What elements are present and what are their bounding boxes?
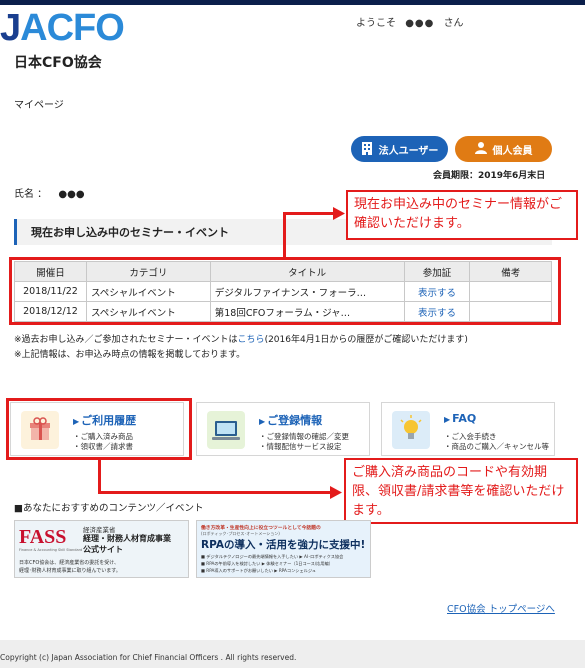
cfo-top-page-link[interactable]: CFO協会 トップページへ (447, 601, 555, 615)
past-history-note: ※過去お申し込み／ご参加されたセミナー・イベントはこちら(2016年4月1日から… (14, 332, 468, 345)
fass-official-site: 公式サイト (83, 545, 123, 554)
rpa-bullet: ■ RPA導入のサポートがお願いしたい ▶ RPAコンシェルジュ (201, 568, 316, 573)
welcome-prefix: ようこそ (356, 18, 396, 29)
table-highlight-frame (9, 257, 561, 325)
logo-subtitle: 日本CFO協会 (14, 55, 102, 71)
rpa-bullet-target: RPAコンシェルジュ (278, 568, 316, 573)
logo-letter-j: J (0, 7, 21, 49)
fass-tagline: Finance & Accounting Skill Standard (19, 548, 83, 552)
card-line: ・商品のご購入／キャンセル等 (444, 442, 549, 451)
callout-arrow-vertical (283, 212, 286, 258)
lightbulb-icon (392, 411, 430, 449)
callout-arrow-horizontal (283, 212, 335, 215)
welcome-suffix: さん (443, 18, 464, 29)
logo-letters-acfo: ACFO (20, 7, 125, 49)
rpa-headline: 働き方改革・生産性向上に役立つツールとして今話題の (201, 526, 321, 531)
faq-title-text: FAQ (452, 412, 477, 425)
top-bar (0, 0, 585, 5)
page-title: マイページ (14, 100, 64, 111)
corporate-user-button[interactable]: 法人ユーザー (351, 136, 448, 162)
past-history-link[interactable]: こちら (238, 335, 265, 345)
fass-program-title: 経理・財務人材育成事業 (83, 534, 171, 543)
recommend-heading: ■あなたにおすすめのコンテンツ／イベント (14, 503, 204, 514)
building-icon (361, 141, 373, 158)
individual-member-button[interactable]: 個人会員 (455, 136, 552, 162)
rpa-bullet-text: RPAの午前導入を検討したい (206, 561, 261, 566)
callout-arrow-head (330, 486, 342, 499)
fass-logo: FASS (19, 526, 67, 548)
registration-info-title: ▶ ご登録情報 (259, 414, 323, 427)
rpa-bullet: ■ デジタルテクノロジーの最先端情報を入手したい ▶ AI･ロボティクス協会 (201, 554, 344, 559)
registration-info-title-text: ご登録情報 (267, 414, 323, 427)
faq-card[interactable]: ▶ FAQ ・ご入会手続き ・商品のご購入／キャンセル等 (381, 402, 555, 456)
card-highlight-frame (6, 398, 192, 460)
welcome-user-name: ●●● (405, 18, 435, 29)
welcome-message: ようこそ ●●● さん (356, 14, 464, 29)
seminar-info-callout: 現在お申込み中のセミナー情報がご確認いただけます。 (346, 190, 578, 240)
fass-description: 経理･財務人材育成事業に取り組んでいます。 (19, 568, 121, 574)
laptop-icon (207, 411, 245, 449)
fass-description: 日本CFO協会は、経済産業省の委託を受け、 (19, 560, 120, 566)
card-line: ・情報配信サービス設定 (259, 442, 342, 451)
past-history-note-range: (2016年4月1日からの履歴がご確認いただけます) (264, 335, 468, 345)
callout-arrow-head (333, 207, 345, 220)
purchase-info-callout: ご購入済み商品のコードや有効期限、領収書/請求書等を確認いただけます。 (344, 458, 578, 524)
rpa-bullet-text: デジタルテクノロジーの最先端情報を入手したい (206, 554, 299, 559)
info-note: ※上記情報は、お申込み時点の情報を掲載しております。 (14, 350, 246, 360)
copyright-text: Copyright (c) Japan Association for Chie… (0, 653, 297, 662)
callout-arrow-horizontal (98, 491, 332, 494)
member-name-row: 氏名 ： ●●● (14, 185, 85, 200)
past-history-note-text: ※過去お申し込み／ご参加されたセミナー・イベントは (14, 335, 238, 345)
callout-arrow-vertical (98, 460, 101, 493)
rpa-main-title: RPAの導入・活用を強力に支援中! (201, 539, 366, 551)
faq-title: ▶ FAQ (444, 412, 477, 425)
rpa-bullet-text: RPA導入のサポートがお願いしたい (206, 568, 273, 573)
jacfo-logo[interactable]: JACFO (0, 7, 125, 49)
corporate-user-label: 法人ユーザー (378, 145, 439, 157)
rpa-bullet-target: AI･ロボティクス協会 (303, 554, 344, 559)
fass-banner[interactable]: FASS Finance & Accounting Skill Standard… (14, 520, 189, 578)
rpa-banner[interactable]: 働き方改革・生産性向上に役立つツールとして今話題の (ロボティック･プロセス･オ… (196, 520, 371, 578)
person-icon (474, 141, 487, 157)
rpa-bullet-target: 体験セミナー（1日コース/応用編） (266, 561, 333, 566)
individual-member-label: 個人会員 (492, 145, 533, 157)
name-label: 氏名 ： (14, 189, 48, 200)
registration-info-card[interactable]: ▶ ご登録情報 ・ご登録情報の確認／変更 ・情報配信サービス設定 (196, 402, 370, 456)
membership-expiry: 会員期限：2019年6月末日 (433, 171, 546, 181)
footer: Copyright (c) Japan Association for Chie… (0, 640, 585, 668)
rpa-bullet: ■ RPAの午前導入を検討したい ▶ 体験セミナー（1日コース/応用編） (201, 561, 333, 566)
name-value: ●●● (58, 189, 85, 200)
